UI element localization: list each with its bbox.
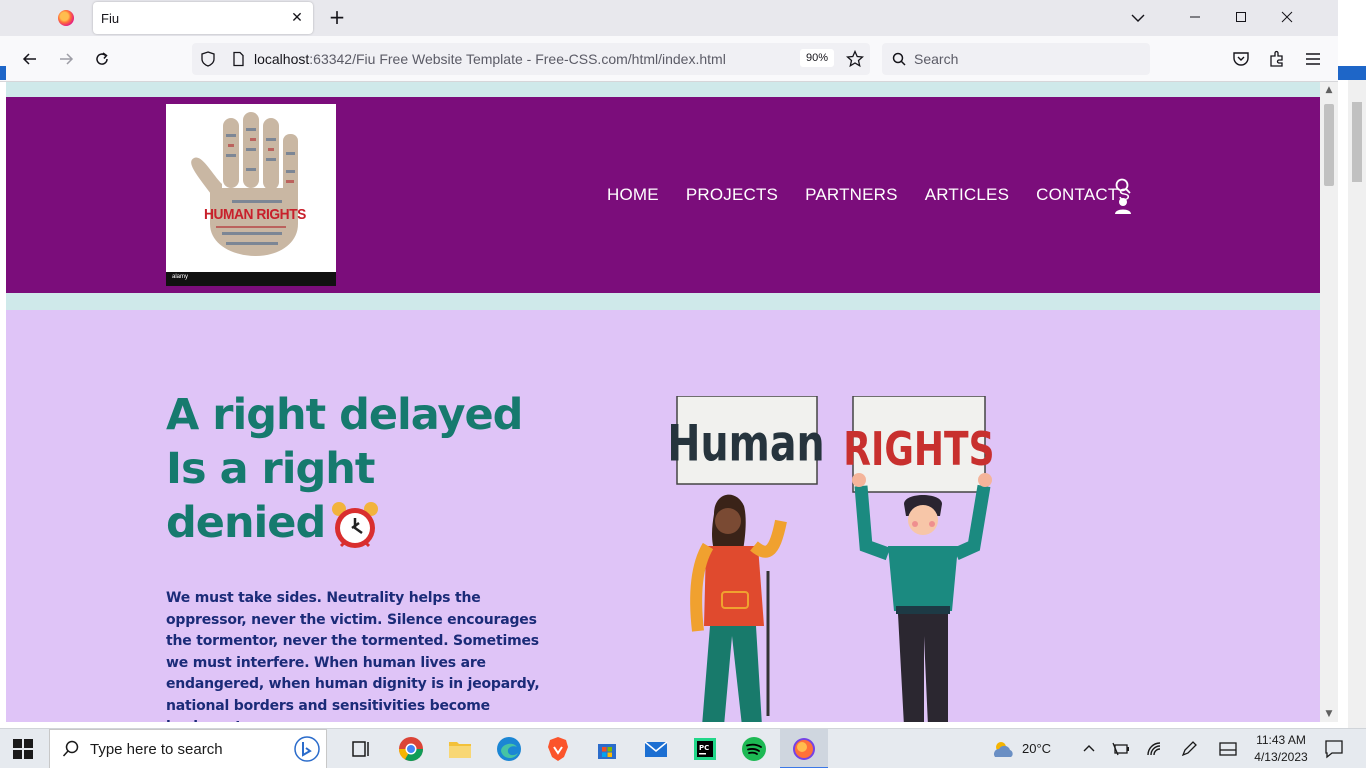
- close-icon: [1281, 11, 1293, 23]
- nav-partners[interactable]: PARTNERS: [805, 185, 898, 205]
- outer-scroll-thumb[interactable]: [1352, 102, 1362, 182]
- arrow-right-icon: [60, 53, 74, 65]
- taskbar-search[interactable]: Type here to search: [49, 729, 327, 768]
- maximize-icon: [1236, 12, 1246, 22]
- alarm-clock-icon: [332, 501, 379, 548]
- hand-logo-image: [191, 112, 298, 256]
- store-icon[interactable]: [593, 735, 621, 763]
- clock-date: 4/13/2023: [1254, 750, 1308, 764]
- new-tab-button[interactable]: +: [326, 6, 348, 28]
- search-icon: [892, 52, 906, 66]
- close-window-button[interactable]: [1264, 0, 1310, 34]
- taskbar-search-placeholder: Type here to search: [90, 740, 223, 758]
- main-nav: HOME PROJECTS PARTNERS ARTICLES CONTACTS: [607, 185, 1157, 205]
- back-button[interactable]: [18, 47, 42, 71]
- desktop-edge: [1338, 66, 1366, 80]
- user-icon[interactable]: [1114, 197, 1132, 215]
- hero-title-line3: denied: [166, 498, 326, 548]
- battery-icon[interactable]: [1112, 741, 1130, 757]
- desktop-edge: [1338, 0, 1366, 66]
- pen-icon[interactable]: [1180, 740, 1198, 758]
- shield-icon[interactable]: [200, 51, 216, 67]
- nav-home[interactable]: HOME: [607, 185, 659, 205]
- bing-icon[interactable]: [294, 736, 320, 762]
- hero-section: A right delayed Is a right denied We mus…: [6, 310, 1320, 722]
- nav-projects[interactable]: PROJECTS: [686, 185, 778, 205]
- bookmark-star-icon[interactable]: [846, 50, 864, 68]
- extensions-icon[interactable]: [1268, 50, 1286, 68]
- arrow-left-icon: [22, 53, 36, 65]
- url-text: localhost:63342/Fiu Free Website Templat…: [254, 51, 726, 67]
- notifications-icon[interactable]: [1324, 739, 1344, 759]
- browser-tab[interactable]: Fiu ✕: [93, 2, 313, 34]
- close-tab-icon[interactable]: ✕: [289, 10, 305, 26]
- taskbar: Type here to search PC 20°C 11:43 AM 4/1…: [0, 728, 1366, 768]
- chrome-icon[interactable]: [397, 735, 425, 763]
- tab-title: Fiu: [101, 10, 120, 26]
- nav-toolbar: localhost:63342/Fiu Free Website Templat…: [0, 36, 1338, 82]
- logo-watermark: alamy: [172, 274, 189, 280]
- desktop-edge: [0, 66, 6, 80]
- hero-title-line2: Is a right: [166, 444, 375, 494]
- minimize-button[interactable]: [1172, 0, 1218, 34]
- reload-icon: [96, 52, 108, 65]
- clock[interactable]: 11:43 AM 4/13/2023: [1248, 732, 1314, 766]
- search-icon[interactable]: [1114, 177, 1132, 195]
- firefox-view-button[interactable]: [44, 4, 88, 32]
- tab-strip: Fiu ✕ +: [0, 0, 1338, 36]
- url-bar[interactable]: localhost:63342/Fiu Free Website Templat…: [192, 43, 870, 75]
- page-scrollbar[interactable]: ▲ ▼: [1320, 82, 1338, 722]
- firefox-taskbar-icon[interactable]: [790, 735, 818, 763]
- search-icon: [62, 740, 79, 757]
- windows-start-icon[interactable]: [12, 738, 34, 760]
- search-placeholder: Search: [914, 51, 959, 67]
- page-icon[interactable]: [230, 51, 246, 67]
- edge-icon[interactable]: [495, 735, 523, 763]
- file-explorer-icon[interactable]: [446, 735, 474, 763]
- url-path: :63342/Fiu Free Website Template - Free-…: [309, 51, 726, 67]
- site-header: HUMAN RIGHTS alamy HOME PROJECTS PARTNER…: [6, 97, 1320, 293]
- protest-illustration: Human RIGHTS: [667, 396, 995, 722]
- pycharm-icon[interactable]: PC: [691, 735, 719, 763]
- chevron-up-icon[interactable]: [1082, 742, 1096, 756]
- maximize-button[interactable]: [1218, 0, 1264, 34]
- scroll-up-arrow[interactable]: ▲: [1323, 84, 1335, 96]
- spotify-icon[interactable]: [740, 735, 768, 763]
- menu-icon[interactable]: [1304, 50, 1322, 68]
- weather-cloud-icon[interactable]: [990, 739, 1016, 759]
- outer-scrollbar[interactable]: [1348, 80, 1366, 728]
- site-logo[interactable]: HUMAN RIGHTS alamy: [166, 104, 336, 286]
- pocket-icon[interactable]: [1232, 50, 1250, 68]
- url-host: localhost: [254, 51, 310, 67]
- task-view-icon[interactable]: [348, 735, 376, 763]
- weather-temp[interactable]: 20°C: [1022, 741, 1051, 756]
- nav-articles[interactable]: ARTICLES: [925, 185, 1009, 205]
- hero-title-line1: A right delayed: [166, 390, 523, 440]
- firefox-icon: [58, 10, 74, 26]
- clock-time: 11:43 AM: [1256, 733, 1306, 747]
- logo-footer-bar: alamy: [166, 272, 336, 286]
- header-icons: [1114, 177, 1134, 215]
- page-viewport: HUMAN RIGHTS alamy HOME PROJECTS PARTNER…: [6, 82, 1320, 722]
- sign-human-text: Human: [667, 414, 824, 473]
- wifi-icon[interactable]: [1146, 741, 1164, 757]
- hero-paragraph: We must take sides. Neutrality helps the…: [166, 590, 540, 722]
- logo-caption: HUMAN RIGHTS: [204, 206, 306, 223]
- mail-icon[interactable]: [642, 735, 670, 763]
- zoom-indicator[interactable]: 90%: [800, 49, 835, 67]
- minimize-icon: [1190, 16, 1200, 18]
- keyboard-icon[interactable]: [1218, 741, 1238, 757]
- search-input[interactable]: Search: [882, 43, 1150, 75]
- svg-text:PC: PC: [699, 744, 709, 752]
- sign-rights-text: RIGHTS: [843, 423, 994, 476]
- scroll-thumb[interactable]: [1324, 104, 1334, 186]
- scroll-down-arrow[interactable]: ▼: [1323, 708, 1335, 720]
- hero-title: A right delayed Is a right denied: [166, 388, 566, 552]
- chevron-down-icon[interactable]: [1128, 8, 1148, 28]
- brave-icon[interactable]: [544, 735, 572, 763]
- forward-button[interactable]: [54, 47, 78, 71]
- reload-button[interactable]: [90, 47, 114, 71]
